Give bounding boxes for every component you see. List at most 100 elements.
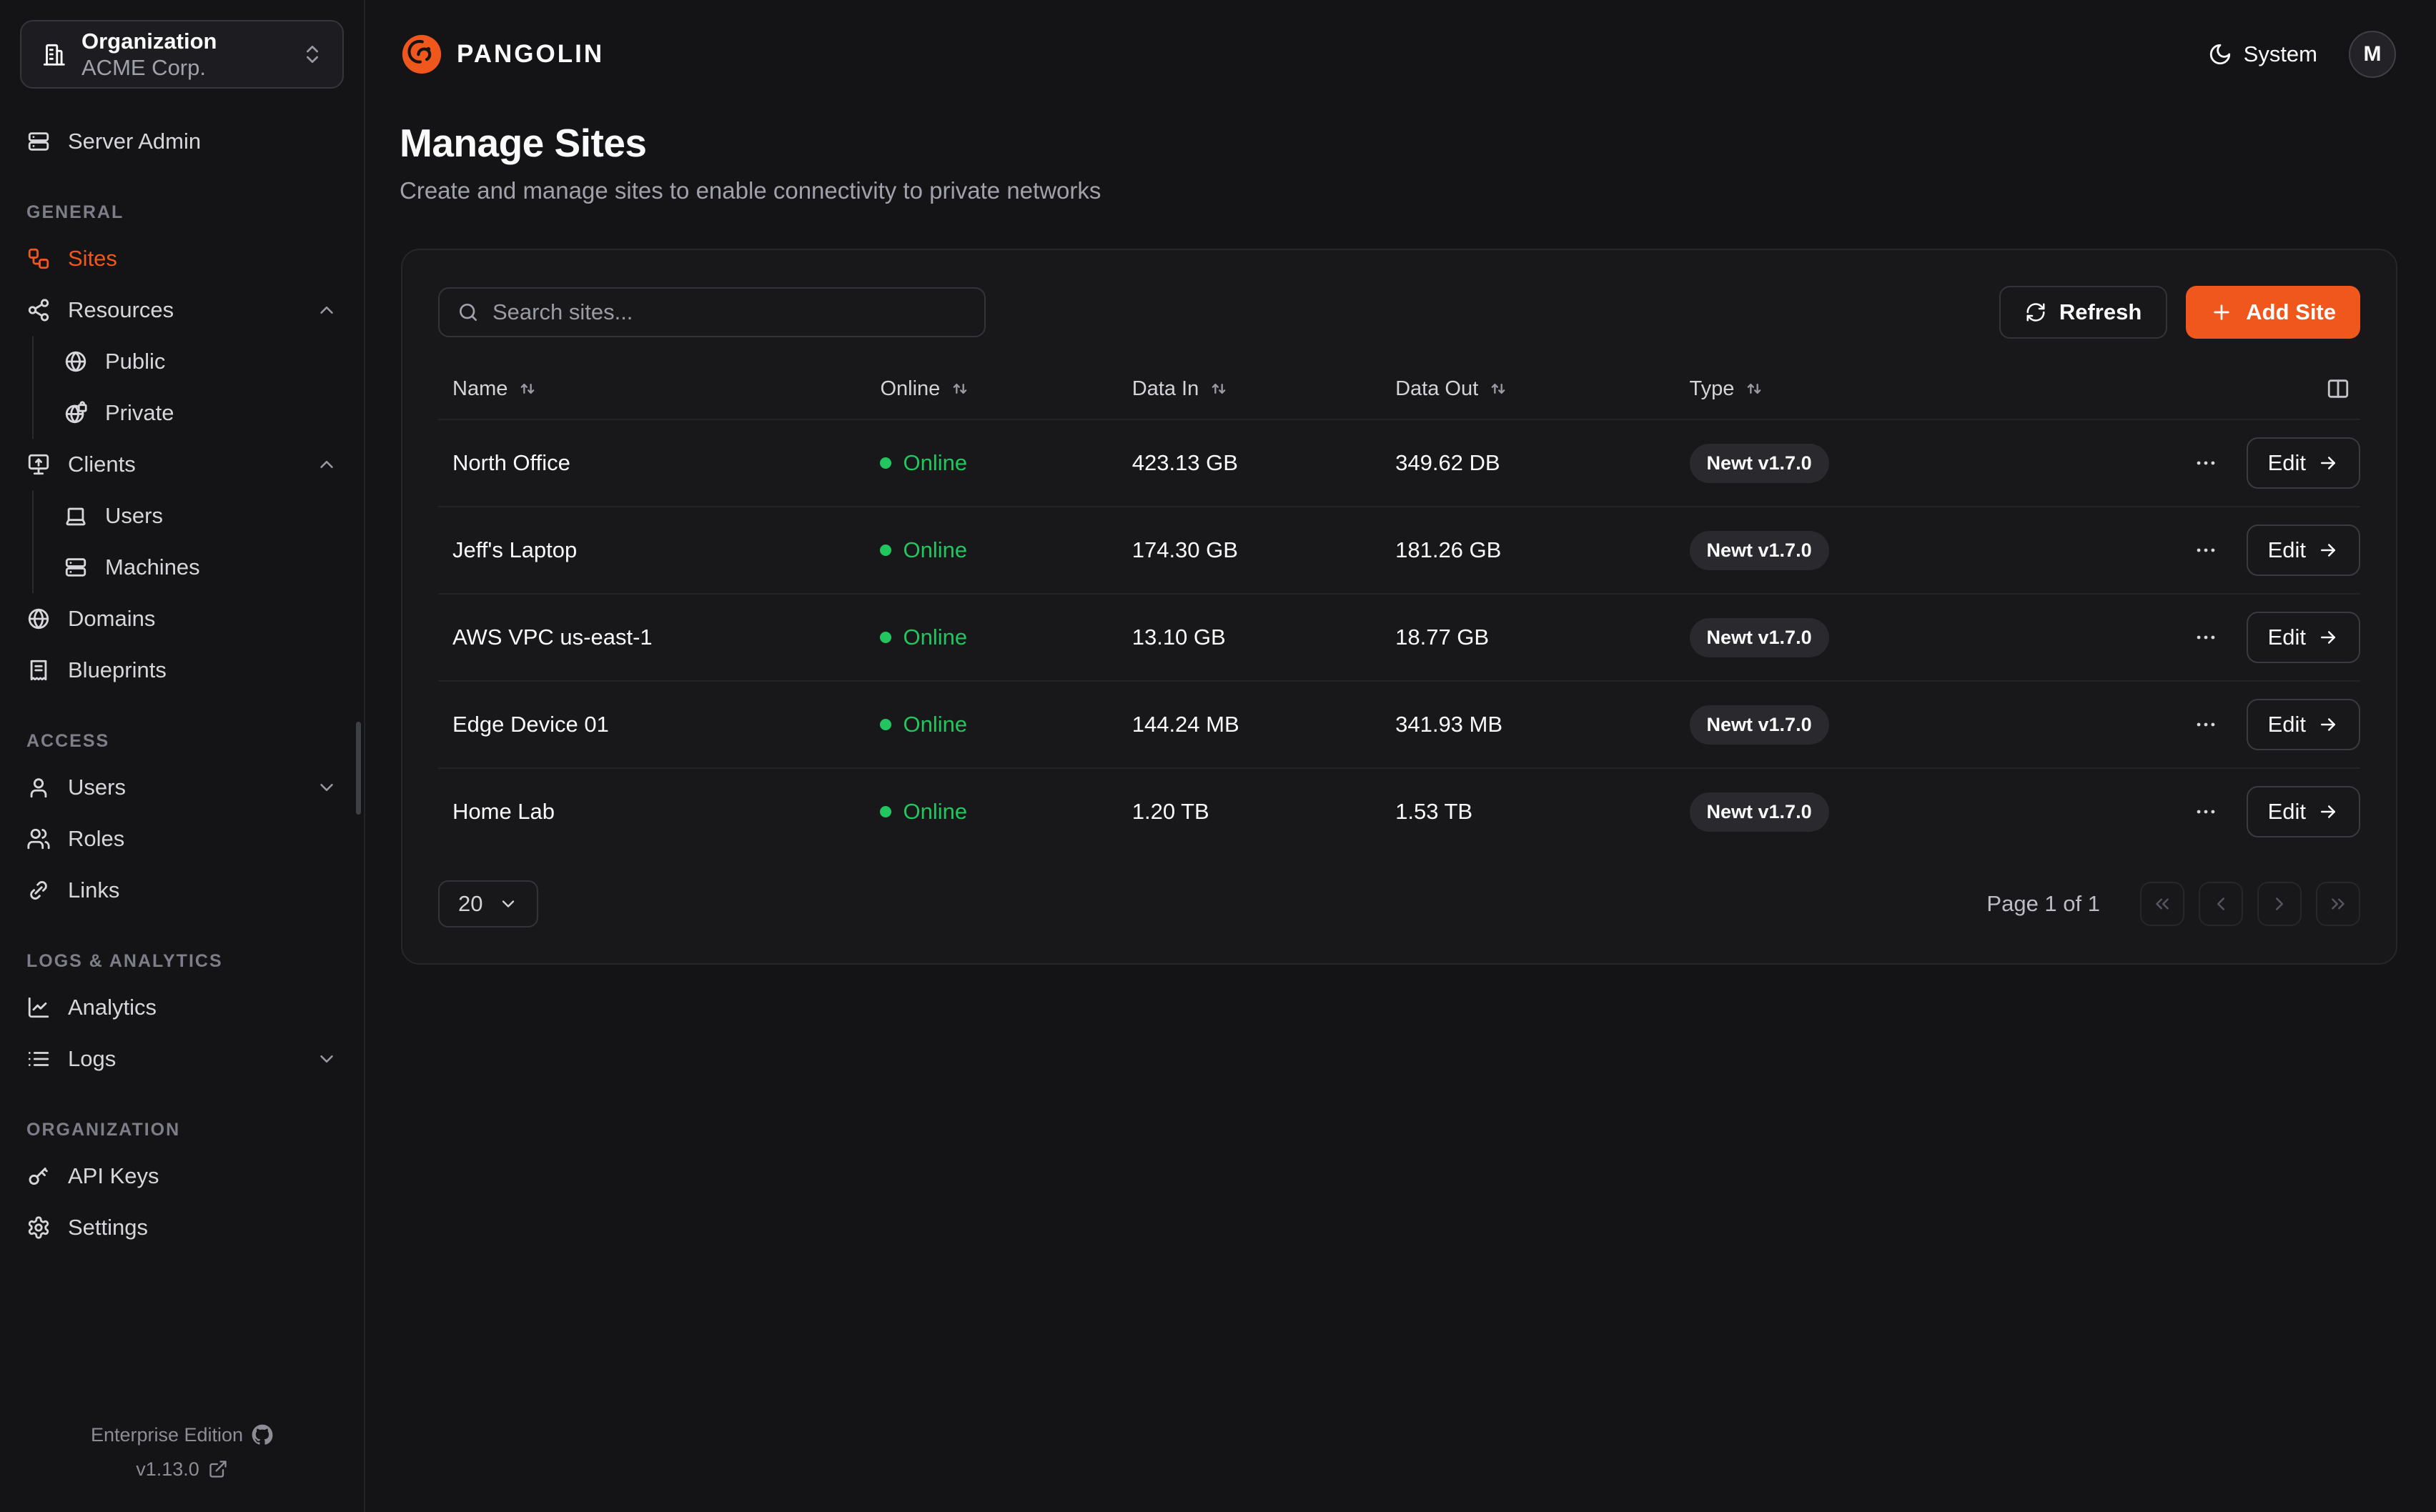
sidebar-item-api-keys[interactable]: API Keys — [26, 1150, 337, 1202]
sidebar-item-label: Settings — [68, 1215, 148, 1240]
search-input[interactable] — [492, 299, 967, 325]
sidebar-item-client-users[interactable]: Users — [64, 490, 337, 542]
globe-icon — [26, 607, 51, 631]
sidebar-item-private[interactable]: Private — [64, 387, 337, 439]
row-menu-button[interactable] — [2187, 444, 2225, 482]
status-label: Online — [903, 450, 967, 476]
next-page-button[interactable] — [2257, 882, 2302, 926]
topbar-right: System M — [2208, 31, 2396, 78]
sidebar-item-clients[interactable]: Clients — [26, 439, 337, 490]
section-label-organization: ORGANIZATION — [26, 1109, 337, 1150]
column-header-label: Type — [1690, 377, 1735, 401]
edit-button[interactable]: Edit — [2247, 437, 2360, 489]
column-header-online[interactable]: Online — [880, 377, 1132, 401]
moon-icon — [2208, 42, 2232, 66]
sidebar-item-roles[interactable]: Roles — [26, 813, 337, 865]
page-size-select[interactable]: 20 — [438, 880, 538, 927]
data-out-value: 349.62 DB — [1395, 450, 1689, 476]
sidebar-item-links[interactable]: Links — [26, 865, 337, 916]
status-badge: Online — [880, 799, 1132, 825]
sidebar-item-analytics[interactable]: Analytics — [26, 982, 337, 1033]
sidebar-item-sites[interactable]: Sites — [26, 233, 337, 284]
sidebar-item-settings[interactable]: Settings — [26, 1202, 337, 1253]
site-name: Home Lab — [438, 799, 880, 825]
share-nodes-icon — [26, 298, 51, 322]
column-header-data-in[interactable]: Data In — [1132, 377, 1395, 401]
app-root: Organization ACME Corp. Server Admin GEN… — [0, 0, 2436, 1512]
row-menu-button[interactable] — [2187, 618, 2225, 657]
sites-toolbar: Refresh Add Site — [438, 286, 2360, 339]
chevron-up-icon[interactable] — [316, 454, 337, 475]
last-page-button[interactable] — [2316, 882, 2360, 926]
section-label-access: ACCESS — [26, 720, 337, 762]
site-name: Edge Device 01 — [438, 712, 880, 737]
refresh-button[interactable]: Refresh — [1999, 286, 2167, 339]
first-page-button[interactable] — [2140, 882, 2184, 926]
status-badge: Online — [880, 712, 1132, 737]
table-row[interactable]: Jeff's Laptop Online 174.30 GB 181.26 GB… — [438, 506, 2360, 593]
table-row[interactable]: North Office Online 423.13 GB 349.62 DB … — [438, 419, 2360, 506]
table-row[interactable]: AWS VPC us-east-1 Online 13.10 GB 18.77 … — [438, 593, 2360, 680]
row-actions: Edit — [2110, 699, 2360, 750]
organization-selector[interactable]: Organization ACME Corp. — [20, 20, 344, 89]
type-badge: Newt v1.7.0 — [1690, 531, 1829, 570]
table-footer: 20 Page 1 of 1 — [438, 880, 2360, 927]
theme-toggle[interactable]: System — [2208, 41, 2317, 67]
edit-button[interactable]: Edit — [2247, 612, 2360, 663]
external-link-icon[interactable] — [208, 1459, 228, 1479]
row-menu-button[interactable] — [2187, 792, 2225, 831]
add-site-button[interactable]: Add Site — [2186, 286, 2360, 339]
receipt-icon — [26, 658, 51, 682]
edit-button[interactable]: Edit — [2247, 786, 2360, 837]
ellipsis-icon — [2194, 538, 2218, 562]
arrow-right-icon — [2317, 801, 2339, 822]
status-badge: Online — [880, 450, 1132, 476]
edit-button[interactable]: Edit — [2247, 699, 2360, 750]
version-label[interactable]: v1.13.0 — [136, 1458, 199, 1481]
column-header-name[interactable]: Name — [438, 377, 880, 401]
table-row[interactable]: Edge Device 01 Online 144.24 MB 341.93 M… — [438, 680, 2360, 767]
row-menu-button[interactable] — [2187, 705, 2225, 744]
sidebar-item-users[interactable]: Users — [26, 762, 337, 813]
key-icon — [26, 1164, 51, 1188]
edit-button[interactable]: Edit — [2247, 524, 2360, 576]
brand[interactable]: PANGOLIN — [400, 32, 604, 76]
toolbar-actions: Refresh Add Site — [1999, 286, 2360, 339]
type-cell: Newt v1.7.0 — [1690, 444, 2110, 483]
page-size-value: 20 — [458, 891, 482, 917]
chevron-up-icon[interactable] — [316, 299, 337, 321]
chevron-down-icon[interactable] — [316, 1048, 337, 1070]
sidebar-item-logs[interactable]: Logs — [26, 1033, 337, 1085]
sidebar-item-resources[interactable]: Resources — [26, 284, 337, 336]
column-visibility-toggle[interactable] — [2110, 377, 2360, 401]
sidebar-item-blueprints[interactable]: Blueprints — [26, 645, 337, 696]
sidebar-scrollbar[interactable] — [356, 722, 361, 815]
column-header-data-out[interactable]: Data Out — [1395, 377, 1689, 401]
sidebar-item-server-admin[interactable]: Server Admin — [26, 116, 337, 167]
row-menu-button[interactable] — [2187, 531, 2225, 570]
chevron-right-icon — [2269, 893, 2290, 915]
chevron-down-icon[interactable] — [316, 777, 337, 798]
sidebar-item-machines[interactable]: Machines — [64, 542, 337, 593]
sidebar-item-domains[interactable]: Domains — [26, 593, 337, 645]
data-out-value: 181.26 GB — [1395, 537, 1689, 563]
sidebar: Organization ACME Corp. Server Admin GEN… — [0, 0, 365, 1512]
page-subtitle: Create and manage sites to enable connec… — [400, 177, 2402, 204]
sites-table: Name Online Data In Data Out — [438, 359, 2360, 855]
data-in-value: 1.20 TB — [1132, 799, 1395, 825]
search-box[interactable] — [438, 287, 986, 337]
edit-label: Edit — [2268, 537, 2306, 563]
avatar[interactable]: M — [2349, 31, 2396, 78]
column-header-type[interactable]: Type — [1690, 377, 2110, 401]
table-row[interactable]: Home Lab Online 1.20 TB 1.53 TB Newt v1.… — [438, 767, 2360, 855]
ellipsis-icon — [2194, 712, 2218, 737]
data-in-value: 423.13 GB — [1132, 450, 1395, 476]
chevrons-up-down-icon — [301, 43, 324, 66]
data-out-value: 18.77 GB — [1395, 625, 1689, 650]
github-icon[interactable] — [252, 1424, 273, 1446]
prev-page-button[interactable] — [2199, 882, 2243, 926]
user-icon — [26, 775, 51, 800]
online-dot-icon — [880, 544, 891, 556]
sidebar-item-public[interactable]: Public — [64, 336, 337, 387]
edit-label: Edit — [2268, 450, 2306, 476]
